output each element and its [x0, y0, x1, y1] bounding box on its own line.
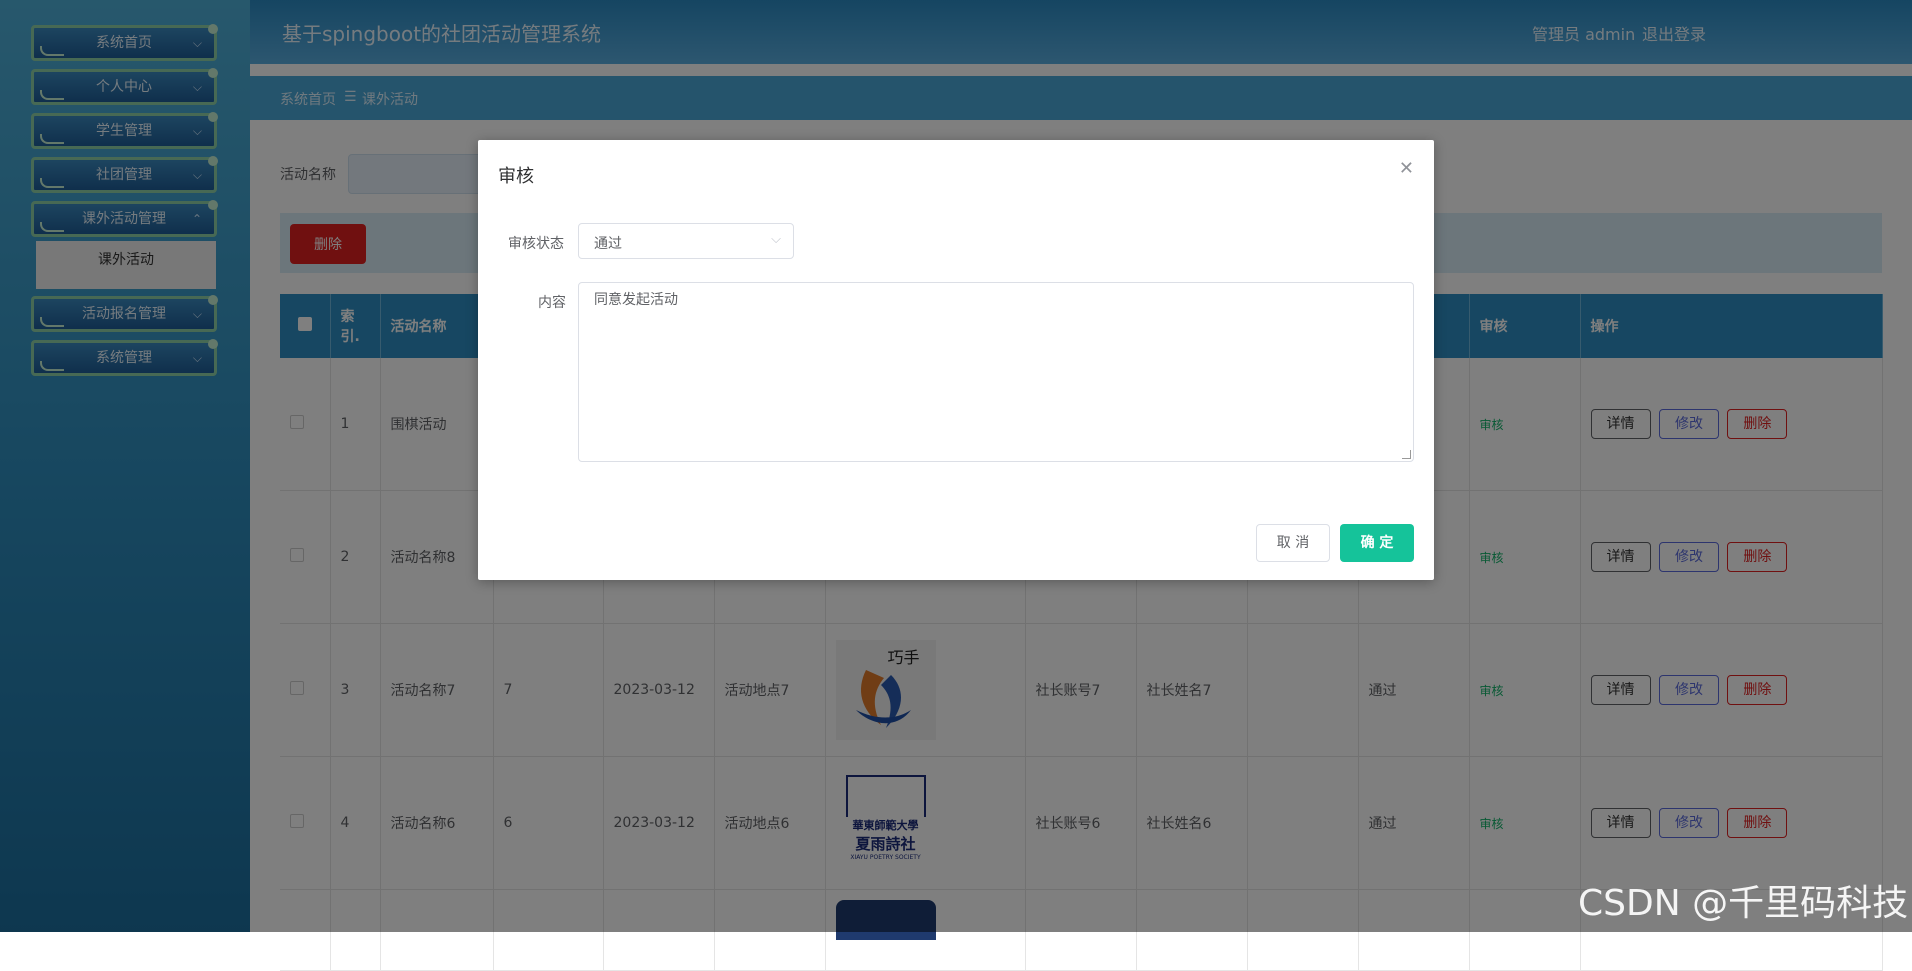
watermark: CSDN @千里码科技 [1578, 883, 1909, 924]
status-select[interactable]: 通过 ⌵ [578, 223, 794, 259]
dialog-title: 审核 [498, 166, 534, 187]
content-textarea[interactable]: 同意发起活动 [578, 282, 1414, 462]
close-icon[interactable]: ✕ [1399, 158, 1414, 179]
content-label: 内容 [538, 295, 566, 311]
audit-dialog: 审核 ✕ 审核状态 通过 ⌵ 内容 同意发起活动 取 消 确 定 [478, 140, 1434, 580]
confirm-button[interactable]: 确 定 [1340, 524, 1414, 562]
chevron-down-icon: ⌵ [771, 232, 781, 247]
status-label: 审核状态 [508, 236, 564, 252]
resize-handle-icon[interactable] [1402, 450, 1411, 459]
status-select-value: 通过 [594, 236, 622, 252]
cancel-button[interactable]: 取 消 [1256, 524, 1330, 562]
content-text: 同意发起活动 [594, 292, 678, 308]
